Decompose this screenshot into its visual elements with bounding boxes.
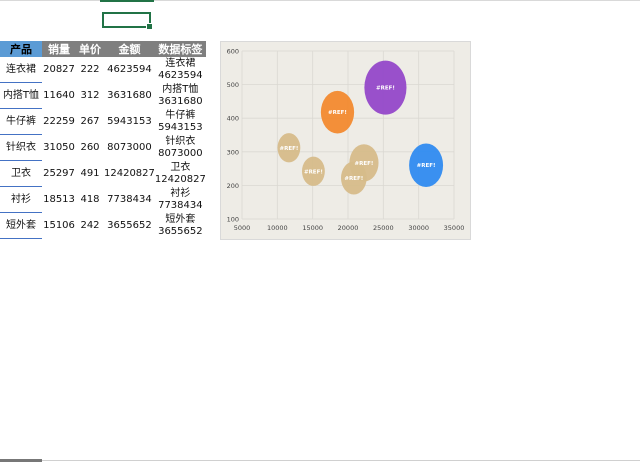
x-tick-label: 20000 — [338, 224, 359, 232]
grid-bottom-border — [0, 460, 640, 461]
data-label-cell[interactable]: 卫衣 12420827 — [155, 161, 206, 187]
bubble-data-label: #REF! — [328, 110, 347, 116]
product-cell[interactable]: 卫衣 — [0, 160, 42, 187]
data-label-name: 针织衣 — [165, 135, 196, 147]
amount-cell[interactable]: 12420827 — [104, 161, 155, 187]
sales-cell[interactable]: 18513 — [42, 187, 76, 213]
y-tick-label: 200 — [227, 182, 239, 190]
x-tick-label: 15000 — [302, 224, 323, 232]
x-tick-label: 25000 — [373, 224, 394, 232]
data-label-value: 3631680 — [158, 95, 203, 107]
bubble-data-label: #REF! — [279, 146, 298, 152]
data-label-cell[interactable]: 衬衫 7738434 — [155, 187, 206, 213]
header-cell-price[interactable]: 单价 — [76, 41, 104, 57]
selected-column-indicator — [100, 0, 154, 2]
sales-cell[interactable]: 31050 — [42, 135, 76, 161]
product-cell[interactable]: 针织衣 — [0, 134, 42, 161]
data-label-value: 5943153 — [158, 121, 203, 133]
x-tick-label: 5000 — [234, 224, 251, 232]
data-label-cell[interactable]: 针织衣 8073000 — [155, 135, 206, 161]
data-label-name: 卫衣 — [170, 161, 191, 173]
price-cell[interactable]: 267 — [76, 109, 104, 135]
bubble-data-label: #REF! — [417, 163, 436, 169]
table-row: 衬衫 18513 418 7738434 衬衫 7738434 — [0, 186, 206, 213]
product-cell[interactable]: 连衣裙 — [0, 57, 42, 83]
data-table: 产品 销量 单价 金额 数据标签 连衣裙 20827 222 4623594 连衣裙 46… — [0, 41, 206, 239]
product-cell[interactable]: 牛仔裤 — [0, 108, 42, 135]
header-cell-product[interactable]: 产品 — [0, 41, 42, 57]
table-row: 连衣裙 20827 222 4623594 连衣裙 4623594 — [0, 57, 206, 83]
data-label-cell[interactable]: 连衣裙 4623594 — [155, 57, 206, 83]
amount-cell[interactable]: 3631680 — [104, 83, 155, 109]
data-label-value: 3655652 — [158, 225, 203, 237]
header-cell-sales[interactable]: 销量 — [42, 41, 76, 57]
data-label-cell[interactable]: 牛仔裤 5943153 — [155, 109, 206, 135]
product-cell[interactable]: 衬衫 — [0, 186, 42, 213]
fill-handle[interactable] — [146, 23, 153, 30]
amount-cell[interactable]: 3655652 — [104, 213, 155, 239]
amount-cell[interactable]: 5943153 — [104, 109, 155, 135]
data-label-value: 4623594 — [158, 69, 203, 81]
grid-top-border — [0, 0, 640, 1]
price-cell[interactable]: 242 — [76, 213, 104, 239]
data-label-value: 8073000 — [158, 147, 203, 159]
bubble-data-label: #REF! — [304, 169, 323, 175]
bubble-data-label: #REF! — [355, 161, 374, 167]
table-row: 卫衣 25297 491 12420827 卫衣 12420827 — [0, 160, 206, 187]
price-cell[interactable]: 491 — [76, 161, 104, 187]
bubble-chart-plot: 100 200 300 400 500 600 5000 10000 15000 20000 250… — [227, 48, 465, 233]
price-cell[interactable]: 222 — [76, 57, 104, 83]
y-tick-label: 600 — [227, 48, 239, 56]
x-tick-label: 30000 — [408, 224, 429, 232]
active-cell-selection[interactable] — [102, 12, 153, 30]
data-label-name: 短外套 — [165, 213, 196, 225]
data-label-name: 牛仔裤 — [165, 109, 196, 121]
sales-cell[interactable]: 22259 — [42, 109, 76, 135]
product-cell[interactable]: 内搭T恤 — [0, 82, 42, 109]
data-label-name: 连衣裙 — [165, 57, 196, 69]
sales-cell[interactable]: 11640 — [42, 83, 76, 109]
table-row: 内搭T恤 11640 312 3631680 内搭T恤 3631680 — [0, 82, 206, 109]
price-cell[interactable]: 312 — [76, 83, 104, 109]
x-tick-label: 10000 — [267, 224, 288, 232]
x-tick-label: 35000 — [444, 224, 465, 232]
header-cell-data-label[interactable]: 数据标签 — [154, 41, 206, 57]
table-row: 牛仔裤 22259 267 5943153 牛仔裤 5943153 — [0, 108, 206, 135]
table-row: 短外套 15106 242 3655652 短外套 3655652 — [0, 212, 206, 239]
price-cell[interactable]: 418 — [76, 187, 104, 213]
header-cell-amount[interactable]: 金额 — [104, 41, 155, 57]
y-tick-label: 500 — [227, 81, 239, 89]
sales-cell[interactable]: 25297 — [42, 161, 76, 187]
table-row: 针织衣 31050 260 8073000 针织衣 8073000 — [0, 134, 206, 161]
price-cell[interactable]: 260 — [76, 135, 104, 161]
y-tick-label: 100 — [227, 216, 239, 224]
sales-cell[interactable]: 20827 — [42, 57, 76, 83]
y-tick-label: 400 — [227, 115, 239, 123]
bubble-data-label: #REF! — [376, 86, 395, 92]
data-label-cell[interactable]: 短外套 3655652 — [155, 213, 206, 239]
sales-cell[interactable]: 15106 — [42, 213, 76, 239]
amount-cell[interactable]: 7738434 — [104, 187, 155, 213]
data-label-value: 12420827 — [154, 173, 206, 185]
amount-cell[interactable]: 4623594 — [104, 57, 155, 83]
header-row: 产品 销量 单价 金额 数据标签 — [0, 41, 206, 57]
bubble-chart[interactable]: 100 200 300 400 500 600 5000 10000 15000 20000 250… — [220, 41, 471, 240]
y-tick-label: 300 — [227, 148, 239, 156]
data-label-value: 7738434 — [158, 199, 203, 211]
amount-cell[interactable]: 8073000 — [104, 135, 155, 161]
data-label-name: 衬衫 — [170, 187, 191, 199]
data-label-name: 内搭T恤 — [162, 83, 199, 95]
bubble-data-label: #REF! — [344, 176, 363, 182]
product-cell[interactable]: 短外套 — [0, 212, 42, 239]
data-label-cell[interactable]: 内搭T恤 3631680 — [155, 83, 206, 109]
